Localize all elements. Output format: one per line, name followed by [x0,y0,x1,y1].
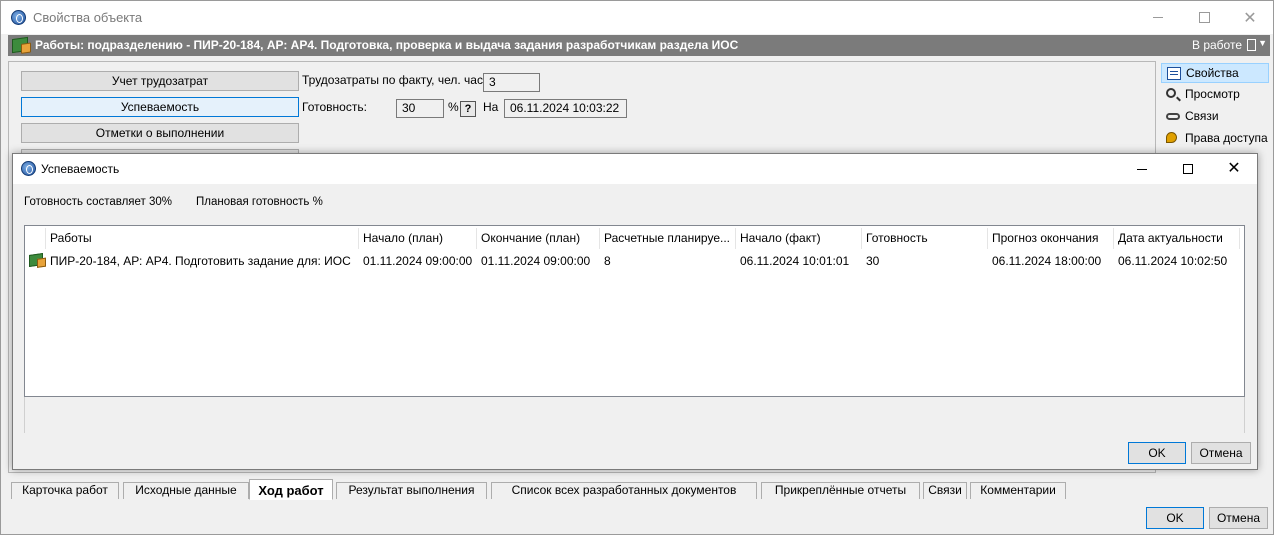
dialog-cancel-button[interactable]: Отмена [1191,442,1251,464]
column-header[interactable]: Расчетные планируе... [600,228,736,249]
close-icon: ✕ [1243,9,1257,27]
app-icon [11,10,26,25]
key-icon [1166,132,1177,143]
table-cell: 8 [604,254,611,268]
column-header[interactable]: Дата актуальности [1114,228,1240,249]
cancel-button[interactable]: Отмена [1209,507,1268,529]
tab-attached-reports[interactable]: Прикреплённые отчеты [761,482,920,499]
percent-label: % [448,100,459,114]
sidebar-item-label: Права доступа [1185,131,1268,145]
column-header[interactable]: Окончание (план) [477,228,600,249]
ready-field[interactable]: 30 [396,99,444,118]
progress-button[interactable]: Успеваемость [21,97,299,117]
chevron-down-icon[interactable]: ▼ [1258,38,1267,48]
sidebar-item-label: Просмотр [1185,87,1240,101]
minimize-icon [1153,17,1163,18]
planned-info: Плановая готовность % [196,196,323,208]
dialog-close-button[interactable]: ✕ [1211,154,1257,184]
status-label[interactable]: В работе [1192,38,1242,52]
labor-field[interactable]: 3 [483,73,540,92]
maximize-icon [1183,164,1193,174]
table-footer [24,397,1245,433]
progress-dialog: Успеваемость ✕ Готовность составляет 30%… [12,153,1258,470]
object-title: Работы: подразделению - ПИР-20-184, АР: … [35,38,739,52]
help-button[interactable]: ? [460,101,476,117]
minimize-icon [1137,168,1147,170]
sidebar-item-properties[interactable]: Свойства [1161,63,1269,83]
column-header[interactable]: Работы [46,228,359,249]
dialog-minimize-button[interactable] [1119,154,1165,184]
sidebar-item-label: Связи [1185,109,1219,123]
dialog-title-bar: Успеваемость ✕ [13,154,1257,184]
table-cell: 06.11.2024 10:02:50 [1118,254,1228,268]
table-cell: 30 [866,254,880,268]
tab-execution-result[interactable]: Результат выполнения [336,482,487,499]
table-cell: 01.11.2024 09:00:00 [363,254,473,268]
completion-marks-button[interactable]: Отметки о выполнении [21,123,299,143]
link-icon [1166,113,1180,120]
labor-label: Трудозатраты по факту, чел. час [302,73,483,87]
tab-bar: Карточка работ Исходные данные Ход работ… [8,479,1156,501]
tab-source-data[interactable]: Исходные данные [123,482,249,499]
on-label: На [483,100,499,114]
magnifier-icon [1166,88,1176,98]
app-icon [21,161,36,176]
column-header[interactable]: Прогноз окончания [988,228,1114,249]
table-cell: ПИР-20-184, АР: АР4. Подготовить задание… [50,254,351,268]
sidebar-item-links[interactable]: Связи [1161,107,1269,127]
labor-accounting-button[interactable]: Учет трудозатрат [21,71,299,91]
sidebar-item-access[interactable]: Права доступа [1161,129,1269,149]
table-header: Работы Начало (план) Окончание (план) Ра… [26,228,1245,249]
window-title: Свойства объекта [33,10,143,25]
sidebar-item-view[interactable]: Просмотр [1161,85,1269,105]
tab-work-progress[interactable]: Ход работ [249,479,333,500]
ready-info: Готовность составляет 30% [24,196,173,208]
ready-label: Готовность: [302,100,367,114]
dialog-title: Успеваемость [41,162,120,176]
minimize-button[interactable] [1135,1,1181,34]
close-icon: ✕ [1227,160,1241,177]
close-button[interactable]: ✕ [1227,1,1273,34]
dialog-ok-button[interactable]: OK [1128,442,1186,464]
tab-developed-documents[interactable]: Список всех разработанных документов [491,482,757,499]
table-cell: 01.11.2024 09:00:00 [481,254,591,268]
table-cell: 06.11.2024 10:01:01 [740,254,850,268]
table-cell: 06.11.2024 18:00:00 [992,254,1102,268]
properties-icon [1167,67,1181,80]
object-header: Работы: подразделению - ПИР-20-184, АР: … [8,35,1270,56]
ok-button[interactable]: OK [1146,507,1204,529]
tab-links[interactable]: Связи [923,482,967,499]
maximize-button[interactable] [1181,1,1227,34]
date-field[interactable]: 06.11.2024 10:03:22 [504,99,627,118]
tab-work-card[interactable]: Карточка работ [11,482,119,499]
header-icon-column [26,228,46,249]
work-icon [12,36,28,54]
table-row[interactable]: ПИР-20-184, АР: АР4. Подготовить задание… [26,251,1245,271]
progress-table: Работы Начало (план) Окончание (план) Ра… [24,225,1245,397]
tab-comments[interactable]: Комментарии [970,482,1066,499]
document-icon[interactable] [1247,39,1256,51]
column-header[interactable]: Готовность [862,228,988,249]
maximize-icon [1198,12,1210,23]
work-icon [29,253,43,267]
column-header[interactable]: Начало (факт) [736,228,862,249]
column-header[interactable]: Начало (план) [359,228,477,249]
dialog-maximize-button[interactable] [1165,154,1211,184]
title-bar: Свойства объекта ✕ [1,1,1273,34]
sidebar-item-label: Свойства [1186,66,1239,80]
